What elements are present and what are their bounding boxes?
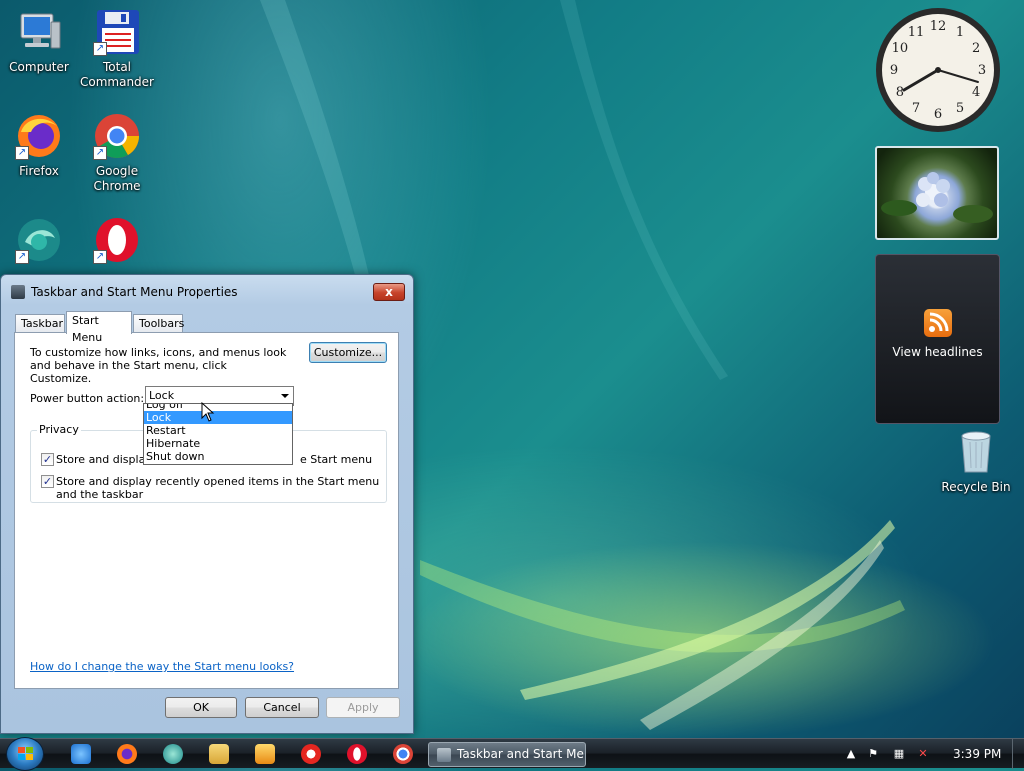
explorer-folder-icon[interactable] [209, 744, 229, 764]
clock-numeral: 8 [896, 85, 904, 100]
app-icon[interactable] [163, 744, 183, 764]
shortcut-arrow-icon: ↗ [15, 250, 29, 264]
rss-icon [923, 309, 952, 337]
ie-icon[interactable] [71, 744, 91, 764]
clock-numeral: 7 [912, 101, 920, 116]
chevron-down-icon[interactable] [281, 394, 289, 398]
tab-toolbars[interactable]: Toolbars [133, 314, 184, 333]
clock-numeral: 3 [978, 63, 986, 78]
opera-icon: ↗ [93, 216, 141, 264]
dropdown-option-restart[interactable]: Restart [144, 424, 292, 437]
clock-numeral: 5 [956, 101, 964, 116]
desktop-icon-opera[interactable]: ↗ [78, 216, 156, 268]
floppy-icon: ↗ [93, 8, 141, 56]
opera-icon[interactable] [347, 744, 367, 764]
desktop-icon-label: Recycle Bin [941, 480, 1011, 494]
taskbar-clock[interactable]: 3:39 PM [953, 747, 1001, 761]
recycle-bin-icon [952, 428, 1000, 476]
firefox-icon[interactable] [117, 744, 137, 764]
cancel-button[interactable]: Cancel [245, 697, 319, 718]
taskbar-button-label: Taskbar and Start Me... [457, 747, 586, 761]
desktop-icon-app[interactable]: ↗ [0, 216, 78, 268]
clock-numeral: 10 [892, 41, 909, 56]
dropdown-option-lock[interactable]: Lock [144, 411, 292, 424]
desktop-icon-total-commander[interactable]: ↗ Total Commander [78, 8, 156, 90]
tab-start-menu[interactable]: Start Menu [66, 311, 132, 344]
app-icon: ↗ [15, 216, 63, 264]
tab-taskbar[interactable]: Taskbar [15, 314, 65, 333]
store-programs-label-end: e Start menu [300, 453, 373, 466]
store-programs-checkbox[interactable]: ✓ [41, 453, 54, 466]
show-desktop-button[interactable] [1012, 739, 1024, 769]
shortcut-arrow-icon: ↗ [93, 42, 107, 56]
mouse-cursor-icon [201, 402, 215, 422]
window-icon [437, 748, 451, 762]
dropdown-option-shut-down[interactable]: Shut down [144, 450, 292, 463]
dropdown-option-log-off[interactable]: Log off [144, 404, 292, 411]
window-icon [11, 285, 25, 299]
taskbar-start-menu-properties-dialog: Taskbar and Start Menu Properties x Task… [0, 274, 414, 734]
desktop-icon-computer[interactable]: Computer [0, 8, 78, 75]
clock-numeral: 1 [956, 25, 964, 40]
clock-numeral: 6 [934, 107, 942, 122]
network-icon[interactable]: ▦ [892, 747, 906, 761]
clock-numeral: 9 [890, 63, 898, 78]
show-hidden-icons-icon[interactable]: ▲ [844, 747, 858, 761]
customize-description: To customize how links, icons, and menus… [30, 346, 287, 385]
chrome-icon[interactable] [393, 744, 413, 764]
power-button-value: Lock [149, 389, 175, 402]
feed-headlines-gadget[interactable]: View headlines [875, 254, 1000, 424]
media-player-icon[interactable] [255, 744, 275, 764]
flower-photo [881, 172, 993, 223]
yandex-icon[interactable] [301, 744, 321, 764]
apply-button[interactable]: Apply [326, 697, 400, 718]
action-center-flag-icon[interactable]: ⚑ [866, 747, 880, 761]
shortcut-arrow-icon: ↗ [93, 250, 107, 264]
start-menu-panel: To customize how links, icons, and menus… [14, 332, 399, 689]
desktop-icon-label: Google Chrome [93, 164, 141, 193]
clock-numeral: 4 [972, 85, 980, 100]
desktop-icon-firefox[interactable]: ↗ Firefox [0, 112, 78, 179]
desktop-icon-label: Computer [9, 60, 69, 74]
windows-logo-icon [18, 747, 33, 760]
slideshow-gadget[interactable] [875, 146, 999, 240]
shortcut-arrow-icon: ↗ [15, 146, 29, 160]
window-title: Taskbar and Start Menu Properties [31, 285, 238, 299]
close-button[interactable]: x [373, 283, 405, 301]
start-button[interactable] [6, 737, 44, 771]
ok-button[interactable]: OK [165, 697, 237, 718]
title-bar[interactable]: Taskbar and Start Menu Properties x [1, 275, 413, 309]
privacy-legend: Privacy [37, 423, 81, 436]
desktop-icon-chrome[interactable]: ↗ Google Chrome [78, 112, 156, 194]
computer-icon [15, 8, 63, 56]
shortcut-arrow-icon: ↗ [93, 146, 107, 160]
help-link[interactable]: How do I change the way the Start menu l… [30, 660, 294, 673]
power-button-dropdown-list: Log off Lock Restart Hibernate Shut down [143, 403, 293, 465]
clock-numeral: 2 [972, 41, 980, 56]
store-items-label: Store and display recently opened items … [56, 475, 380, 501]
power-button-label: Power button action: [30, 392, 145, 405]
desktop-icon-label: Total Commander [80, 60, 154, 89]
chrome-icon: ↗ [93, 112, 141, 160]
customize-button[interactable]: Customize... [309, 342, 387, 363]
clock-face: 12 12 3 45678 9 1011 [876, 8, 1000, 132]
firefox-icon: ↗ [15, 112, 63, 160]
desktop-icon-label: Firefox [19, 164, 59, 178]
taskbar: Taskbar and Start Me... ▲ ⚑ ▦ ✕ 3:39 PM [0, 737, 1024, 771]
volume-muted-icon[interactable]: ✕ [916, 747, 930, 761]
clock-gadget[interactable]: 12 1 2 3 4 5 6 7 8 9 10 11 [874, 6, 1002, 134]
clock-numeral: 12 [930, 19, 947, 34]
taskbar-button-properties-window[interactable]: Taskbar and Start Me... [428, 742, 586, 767]
store-items-checkbox[interactable]: ✓ [41, 475, 54, 488]
dropdown-option-hibernate[interactable]: Hibernate [144, 437, 292, 450]
desktop-icon-recycle-bin[interactable]: Recycle Bin [937, 428, 1015, 495]
clock-numeral: 11 [908, 25, 925, 40]
view-headlines-label: View headlines [892, 345, 983, 359]
